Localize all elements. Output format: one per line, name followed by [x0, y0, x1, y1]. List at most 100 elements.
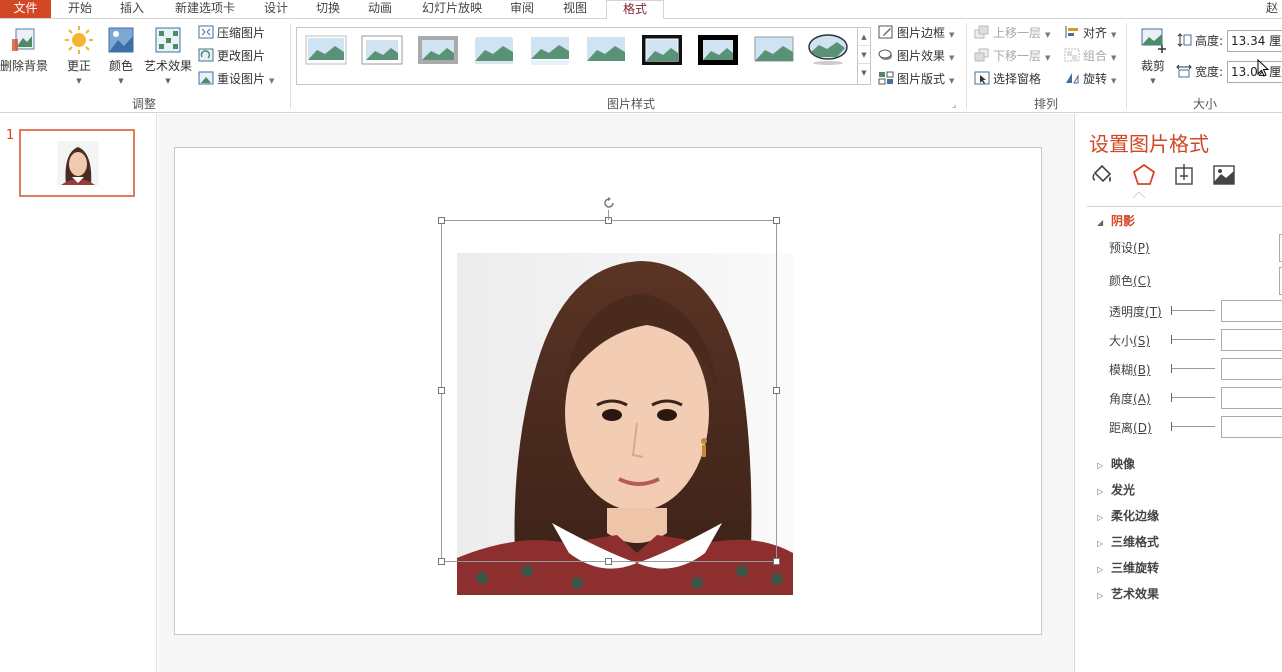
chevron-down-icon: ▼	[269, 77, 275, 85]
color-label: 颜色	[108, 59, 133, 73]
pane-divider	[1087, 206, 1282, 207]
rotate-handle-icon[interactable]	[602, 196, 616, 210]
section-glow[interactable]: ▷ 发光	[1097, 481, 1135, 498]
resize-handle[interactable]	[438, 558, 445, 565]
crop-button[interactable]: 裁剪 ▼	[1134, 25, 1172, 85]
remove-background-button[interactable]: 删除背景	[0, 25, 48, 74]
selection-pane-button[interactable]: 选择窗格	[974, 69, 1041, 89]
resize-handle[interactable]	[773, 387, 780, 394]
height-input[interactable]: 13.34 厘米	[1227, 30, 1282, 52]
picture-layout-button[interactable]: 图片版式 ▼	[878, 69, 954, 89]
tab-home[interactable]: 开始	[58, 0, 102, 18]
group-divider	[1126, 23, 1127, 109]
picture-style-thumbnail[interactable]	[473, 34, 515, 66]
transparency-slider[interactable]	[1171, 306, 1215, 315]
reset-picture-button[interactable]: 重设图片 ▼	[198, 69, 274, 89]
picture-style-thumbnail[interactable]	[417, 34, 459, 66]
change-picture-button[interactable]: 更改图片	[198, 46, 265, 66]
resize-handle[interactable]	[438, 387, 445, 394]
section-artistic-effects[interactable]: ▷ 艺术效果	[1097, 585, 1159, 602]
width-input[interactable]: 13.02 厘米	[1227, 61, 1282, 83]
corrections-button[interactable]: 更正 ▼	[62, 25, 96, 85]
picture-style-thumbnail[interactable]	[807, 34, 849, 66]
shadow-preset-label: 预设(P)	[1109, 241, 1150, 255]
reset-picture-icon	[198, 71, 214, 85]
gallery-more-icon[interactable]: ▼	[858, 64, 870, 82]
resize-handle[interactable]	[773, 558, 780, 565]
tab-slideshow[interactable]: 幻灯片放映	[412, 0, 492, 18]
gallery-scroll-down-icon[interactable]: ▼	[858, 46, 870, 64]
section-3d-rotation[interactable]: ▷ 三维旋转	[1097, 559, 1159, 576]
compress-pictures-button[interactable]: 压缩图片	[198, 23, 265, 43]
tab-review[interactable]: 审阅	[500, 0, 544, 18]
tab-file[interactable]: 文件	[0, 0, 51, 18]
pentagon-effects-icon[interactable]	[1131, 162, 1157, 188]
section-shadow[interactable]: ◢ 阴影	[1097, 212, 1135, 229]
picture-effects-button[interactable]: 图片效果 ▼	[878, 46, 954, 66]
resize-handle[interactable]	[773, 217, 780, 224]
tab-design[interactable]: 设计	[254, 0, 298, 18]
artistic-effects-button[interactable]: 艺术效果 ▼	[142, 25, 194, 85]
rotate-label: 旋转	[1083, 72, 1108, 86]
picture-style-thumbnail[interactable]	[529, 34, 571, 66]
chevron-down-icon: ▼	[76, 77, 82, 85]
gallery-scroll-up-icon[interactable]: ▲	[858, 28, 870, 46]
distance-slider[interactable]	[1171, 422, 1215, 431]
picture-style-thumbnail[interactable]	[641, 34, 683, 66]
picture-border-button[interactable]: 图片边框 ▼	[878, 23, 954, 43]
expand-triangle-icon: ▷	[1097, 461, 1104, 470]
bring-forward-button[interactable]: 上移一层 ▼	[974, 23, 1050, 43]
section-reflection[interactable]: ▷ 映像	[1097, 455, 1135, 472]
resize-handle[interactable]	[605, 558, 612, 565]
send-backward-button[interactable]: 下移一层 ▼	[974, 46, 1050, 66]
distance-input[interactable]	[1221, 416, 1282, 438]
picture-style-thumbnail[interactable]	[305, 34, 347, 66]
tab-view[interactable]: 视图	[553, 0, 597, 18]
tab-animations[interactable]: 动画	[358, 0, 402, 18]
tab-new-tab[interactable]: 新建选项卡	[165, 0, 245, 18]
color-button[interactable]: 颜色 ▼	[104, 25, 138, 85]
tab-format[interactable]: 格式	[606, 0, 664, 19]
size-input[interactable]	[1221, 329, 1282, 351]
remove-background-label: 删除背景	[0, 59, 49, 73]
gallery-scroller[interactable]: ▲ ▼ ▼	[857, 28, 870, 84]
shadow-transparency-label: 透明度(T)	[1109, 305, 1162, 319]
section-3d-format[interactable]: ▷ 三维格式	[1097, 533, 1159, 550]
chevron-down-icon: ▼	[949, 77, 955, 85]
crop-label: 裁剪	[1140, 59, 1165, 73]
height-label: 高度:	[1176, 31, 1223, 51]
user-name[interactable]: 赵	[1262, 0, 1282, 18]
picture-style-thumbnail[interactable]	[585, 34, 627, 66]
group-label: 组合	[1083, 49, 1108, 63]
group-divider	[290, 23, 291, 109]
compress-icon	[198, 25, 214, 39]
angle-slider[interactable]	[1171, 393, 1215, 402]
picture-style-thumbnail[interactable]	[361, 34, 403, 66]
tab-transitions[interactable]: 切换	[306, 0, 350, 18]
selection-pane-label: 选择窗格	[993, 72, 1042, 86]
format-picture-pane: 设置图片格式 ◢ 阴影 预设(P) 颜色(C) 透明度(T) 大小(S) 模糊(B…	[1074, 114, 1282, 672]
picture-icon[interactable]	[1211, 162, 1237, 188]
section-soft-edges[interactable]: ▷ 柔化边缘	[1097, 507, 1159, 524]
size-slider[interactable]	[1171, 335, 1215, 344]
transparency-input[interactable]	[1221, 300, 1282, 322]
bring-forward-label: 上移一层	[993, 26, 1042, 40]
size-properties-icon[interactable]	[1171, 162, 1197, 188]
picture-style-thumbnail[interactable]	[697, 34, 739, 66]
angle-input[interactable]	[1221, 387, 1282, 409]
slide-canvas[interactable]	[174, 147, 1042, 635]
resize-handle[interactable]	[438, 217, 445, 224]
rotate-button[interactable]: 旋转 ▼	[1064, 69, 1116, 89]
dialog-launcher-icon[interactable]: ⌟	[952, 95, 956, 115]
slide-thumbnail[interactable]	[19, 129, 135, 197]
blur-input[interactable]	[1221, 358, 1282, 380]
paint-bucket-icon[interactable]	[1089, 162, 1115, 188]
group-button[interactable]: 组合 ▼	[1064, 46, 1116, 66]
align-button[interactable]: 对齐 ▼	[1064, 23, 1116, 43]
picture-style-thumbnail[interactable]	[753, 34, 795, 66]
tab-insert[interactable]: 插入	[110, 0, 154, 18]
blur-slider[interactable]	[1171, 364, 1215, 373]
change-picture-icon	[198, 48, 214, 62]
picture-styles-group-label: 图片样式	[606, 97, 655, 111]
picture-border-label: 图片边框	[897, 26, 946, 40]
